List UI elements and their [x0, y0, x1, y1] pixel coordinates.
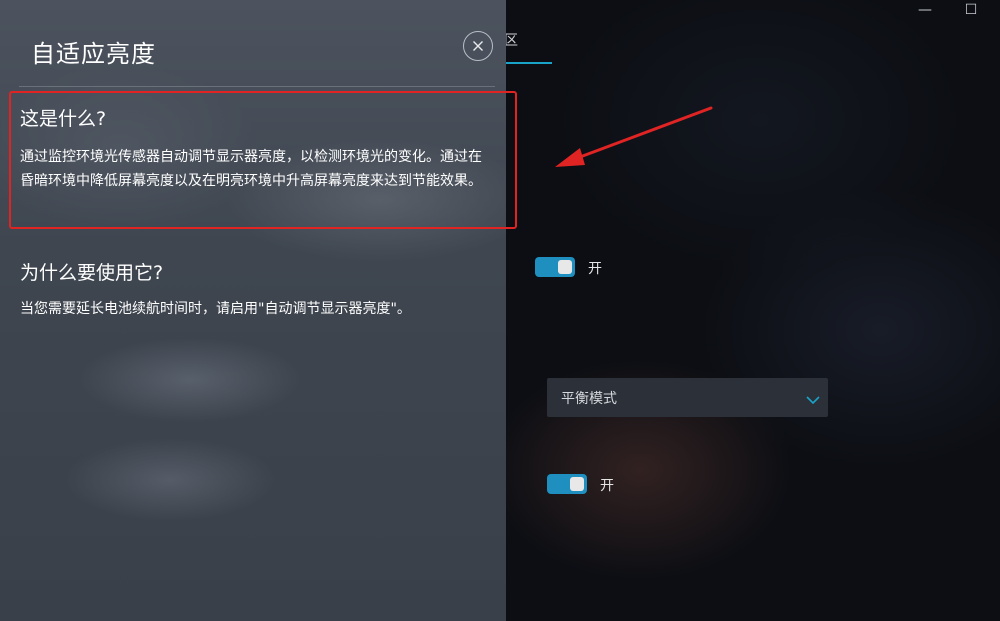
panel-title: 自适应亮度: [31, 40, 156, 68]
section-why-body: 当您需要延长电池续航时间时，请启用"自动调节显示器亮度"。: [20, 301, 411, 317]
close-button[interactable]: [463, 31, 493, 61]
title-divider: [19, 86, 495, 87]
annotation-highlight-box: [9, 91, 517, 229]
section-why-heading: 为什么要使用它?: [20, 262, 164, 284]
close-icon: [473, 41, 483, 51]
